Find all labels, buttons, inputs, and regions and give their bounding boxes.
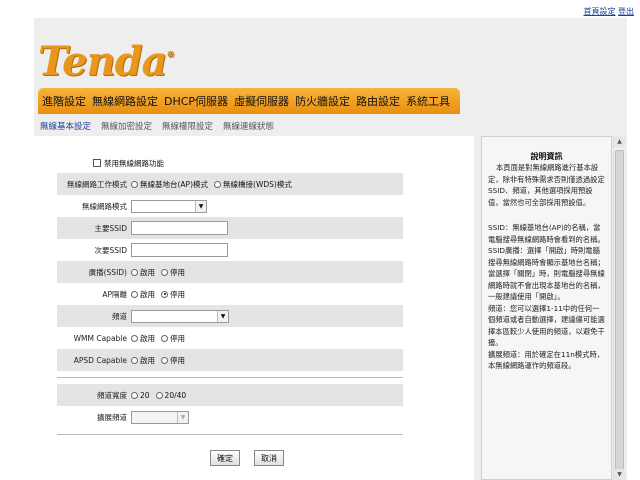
wmm-enable-radio[interactable] — [131, 334, 138, 342]
channel-width-row: 頻道寬度 20 20/40 — [57, 384, 403, 406]
ap-isolation-disable-radio[interactable] — [161, 290, 168, 298]
chevron-down-icon: ▼ — [195, 200, 206, 212]
work-mode-row: 無線網路工作模式 無線基地台(AP)模式 無線橋接(WDS)模式 — [57, 173, 403, 195]
nav-advanced[interactable]: 進階設定 — [42, 93, 86, 109]
apsd-enable-radio[interactable] — [131, 356, 138, 364]
broadcast-disable-radio[interactable] — [161, 268, 168, 276]
subnav-wireless-security[interactable]: 無線加密設定 — [101, 120, 152, 132]
broadcast-ssid-label: 廣播(SSID) — [88, 267, 127, 277]
main-nav: 進階設定 無線網路設定 DHCP伺服器 虛擬伺服器 防火牆設定 路由設定 系統工… — [38, 88, 460, 114]
secondary-ssid-row: 次要SSID — [57, 239, 403, 261]
channel-width-label: 頻道寬度 — [97, 390, 127, 400]
tenda-logo: Tenda® — [38, 38, 175, 85]
network-mode-select[interactable]: ▼ — [131, 199, 207, 213]
nav-system-tools[interactable]: 系統工具 — [406, 93, 450, 109]
width-20-option[interactable]: 20 — [131, 391, 150, 400]
help-panel: 說明資訊 本頁面是對無線網路進行基本設定，除非有特殊需求否則僅透過設定SSID、… — [481, 136, 612, 480]
nav-firewall[interactable]: 防火牆設定 — [295, 93, 350, 109]
chevron-down-icon: ▼ — [217, 310, 228, 322]
ap-mode-option[interactable]: 無線基地台(AP)模式 — [131, 179, 208, 190]
secondary-ssid-label: 次要SSID — [94, 245, 127, 255]
apsd-disable-option[interactable]: 停用 — [161, 355, 185, 366]
ap-isolation-row: AP隔離 啟用 停用 — [57, 283, 403, 305]
network-mode-label: 無線網路模式 — [82, 201, 127, 211]
primary-ssid-label: 主要SSID — [94, 223, 127, 233]
disable-wireless-checkbox[interactable] — [93, 159, 101, 167]
nav-virtual-server[interactable]: 虛擬伺服器 — [234, 93, 289, 109]
wmm-disable-option[interactable]: 停用 — [161, 333, 185, 344]
chevron-down-icon: ▼ — [177, 411, 188, 423]
broadcast-ssid-row: 廣播(SSID) 啟用 停用 — [57, 261, 403, 283]
disable-wireless-label: 禁用無線網路功能 — [104, 158, 164, 168]
ap-isolation-label: AP隔離 — [102, 289, 127, 299]
help-ext-channel: 擴展頻道：用於確定在11n模式時，本無線網路運作的頻道段。 — [488, 349, 605, 371]
section-divider — [57, 377, 403, 378]
help-title: 說明資訊 — [530, 152, 563, 161]
home-settings-link[interactable]: 首頁設定 — [583, 7, 615, 16]
nav-routing[interactable]: 路由設定 — [356, 93, 400, 109]
wmm-enable-option[interactable]: 啟用 — [131, 333, 155, 344]
ap-isolation-enable-radio[interactable] — [131, 290, 138, 298]
ap-isolation-enable-option[interactable]: 啟用 — [131, 289, 155, 300]
top-links: 首頁設定 登出 — [583, 6, 634, 17]
wds-mode-radio[interactable] — [214, 180, 222, 188]
ok-button[interactable]: 確定 — [210, 450, 240, 466]
primary-ssid-input[interactable] — [131, 221, 228, 235]
wmm-label: WMM Capable — [73, 333, 127, 343]
wds-mode-option[interactable]: 無線橋接(WDS)模式 — [214, 179, 292, 190]
ext-channel-label: 擴展頻道 — [97, 412, 127, 422]
work-mode-label: 無線網路工作模式 — [67, 179, 127, 189]
wmm-row: WMM Capable 啟用 停用 — [57, 327, 403, 349]
broadcast-disable-option[interactable]: 停用 — [161, 267, 185, 278]
apsd-row: APSD Capable 啟用 停用 — [57, 349, 403, 371]
ext-channel-row: 擴展頻道 ▼ — [57, 406, 403, 428]
broadcast-enable-radio[interactable] — [131, 268, 138, 276]
apsd-label: APSD Capable — [73, 355, 127, 365]
logout-link[interactable]: 登出 — [618, 7, 634, 16]
nav-wireless[interactable]: 無線網路設定 — [92, 93, 158, 109]
scroll-thumb[interactable] — [615, 150, 624, 470]
channel-select[interactable]: ▼ — [131, 309, 229, 323]
subnav-wireless-access[interactable]: 無線權限設定 — [162, 120, 213, 132]
width-2040-radio[interactable] — [155, 391, 163, 399]
ap-mode-radio[interactable] — [131, 180, 138, 188]
apsd-disable-radio[interactable] — [161, 356, 168, 364]
sub-nav: 無線基本設定 無線加密設定 無線權限設定 無線連線狀態 — [34, 116, 474, 136]
help-intro: 本頁面是對無線網路進行基本設定，除非有特殊需求否則僅透過設定SSID、頻道，其他… — [488, 163, 605, 207]
scroll-down-icon[interactable]: ▼ — [614, 469, 625, 480]
scroll-up-icon[interactable]: ▲ — [614, 136, 625, 147]
page-scrollbar[interactable]: ▲ ▼ — [613, 136, 625, 480]
channel-row: 頻道 ▼ — [57, 305, 403, 327]
help-channel: 頻道：您可以選擇1-11中的任何一個頻道或者自動選擇，建議儘可能選擇本區較少人使… — [488, 303, 605, 348]
nav-dhcp[interactable]: DHCP伺服器 — [164, 93, 228, 109]
ap-isolation-disable-option[interactable]: 停用 — [161, 289, 185, 300]
subnav-wireless-basic[interactable]: 無線基本設定 — [40, 120, 91, 132]
section-divider-bottom — [57, 434, 403, 435]
primary-ssid-row: 主要SSID — [57, 217, 403, 239]
apsd-enable-option[interactable]: 啟用 — [131, 355, 155, 366]
network-mode-row: 無線網路模式 ▼ — [57, 195, 403, 217]
subnav-wireless-status[interactable]: 無線連線狀態 — [223, 120, 274, 132]
width-2040-option[interactable]: 20/40 — [155, 391, 186, 400]
help-ssid: SSID：無線基地台(AP)的名稱，當電腦搜尋無線網路時會看到的名稱。 — [488, 223, 605, 244]
help-ssid-broadcast: SSID廣播：選擇「開啟」時則電腦搜尋無線網路時會顯示基地台名稱；當選擇「關閉」… — [488, 246, 605, 301]
disable-wireless-row: 禁用無線網路功能 — [57, 152, 403, 174]
ext-channel-select[interactable]: ▼ — [131, 410, 189, 424]
wmm-disable-radio[interactable] — [161, 334, 168, 342]
channel-label: 頻道 — [112, 311, 127, 321]
broadcast-enable-option[interactable]: 啟用 — [131, 267, 155, 278]
cancel-button[interactable]: 取消 — [254, 450, 284, 466]
width-20-radio[interactable] — [131, 391, 138, 399]
secondary-ssid-input[interactable] — [131, 243, 228, 257]
